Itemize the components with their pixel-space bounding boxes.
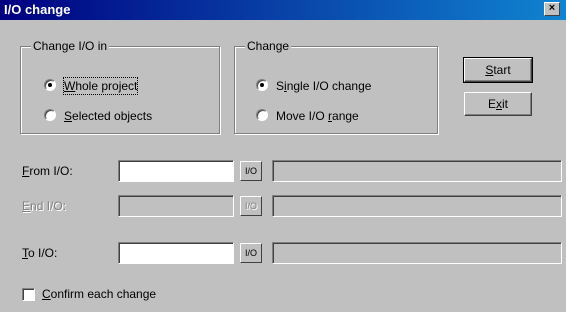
radio-whole-project-circle[interactable] (44, 79, 56, 91)
radio-selected-objects-circle[interactable] (44, 109, 56, 121)
radio-whole-project[interactable]: Whole project (44, 77, 214, 95)
dialog-title: I/O change (4, 2, 71, 17)
end-io-label: End I/O: (22, 199, 67, 213)
radio-selected-objects-label: Selected objects (64, 109, 153, 123)
from-io-label: From I/O: (22, 164, 73, 178)
radio-whole-project-label: Whole project (62, 77, 139, 95)
from-io-description (272, 160, 562, 182)
radio-selected-dot (260, 83, 264, 87)
from-io-input[interactable] (118, 160, 234, 182)
end-io-description (272, 195, 562, 217)
radio-selected-objects[interactable]: Selected objects (44, 108, 214, 124)
to-io-input[interactable] (118, 242, 234, 264)
confirm-each-change-checkbox[interactable] (22, 288, 35, 301)
close-icon: × (548, 2, 556, 14)
radio-single-io-change-label: Single I/O change (276, 79, 372, 93)
exit-button[interactable]: Exit (464, 92, 532, 116)
change-io-in-legend: Change I/O in (31, 39, 110, 53)
end-io-input (118, 195, 234, 217)
radio-move-io-range-label: Move I/O range (276, 109, 359, 123)
to-io-label: To I/O: (22, 246, 58, 260)
radio-move-io-range[interactable]: Move I/O range (256, 108, 432, 124)
confirm-each-change-label: Confirm each change (42, 287, 157, 301)
change-legend: Change (245, 39, 292, 53)
radio-move-io-range-circle[interactable] (256, 109, 268, 121)
from-io-browse-button[interactable]: I/O (240, 161, 262, 181)
close-button[interactable]: × (544, 2, 560, 16)
radio-single-io-change-circle[interactable] (256, 79, 268, 91)
end-io-browse-button: I/O (240, 196, 262, 216)
radio-single-io-change[interactable]: Single I/O change (256, 78, 432, 94)
start-button[interactable]: Start (463, 57, 533, 83)
radio-selected-dot (48, 83, 52, 87)
io-change-dialog: I/O change × Change I/O in Whole project… (0, 0, 566, 312)
title-bar[interactable]: I/O change × (0, 0, 566, 20)
to-io-browse-button[interactable]: I/O (240, 243, 262, 263)
to-io-description (272, 242, 562, 264)
